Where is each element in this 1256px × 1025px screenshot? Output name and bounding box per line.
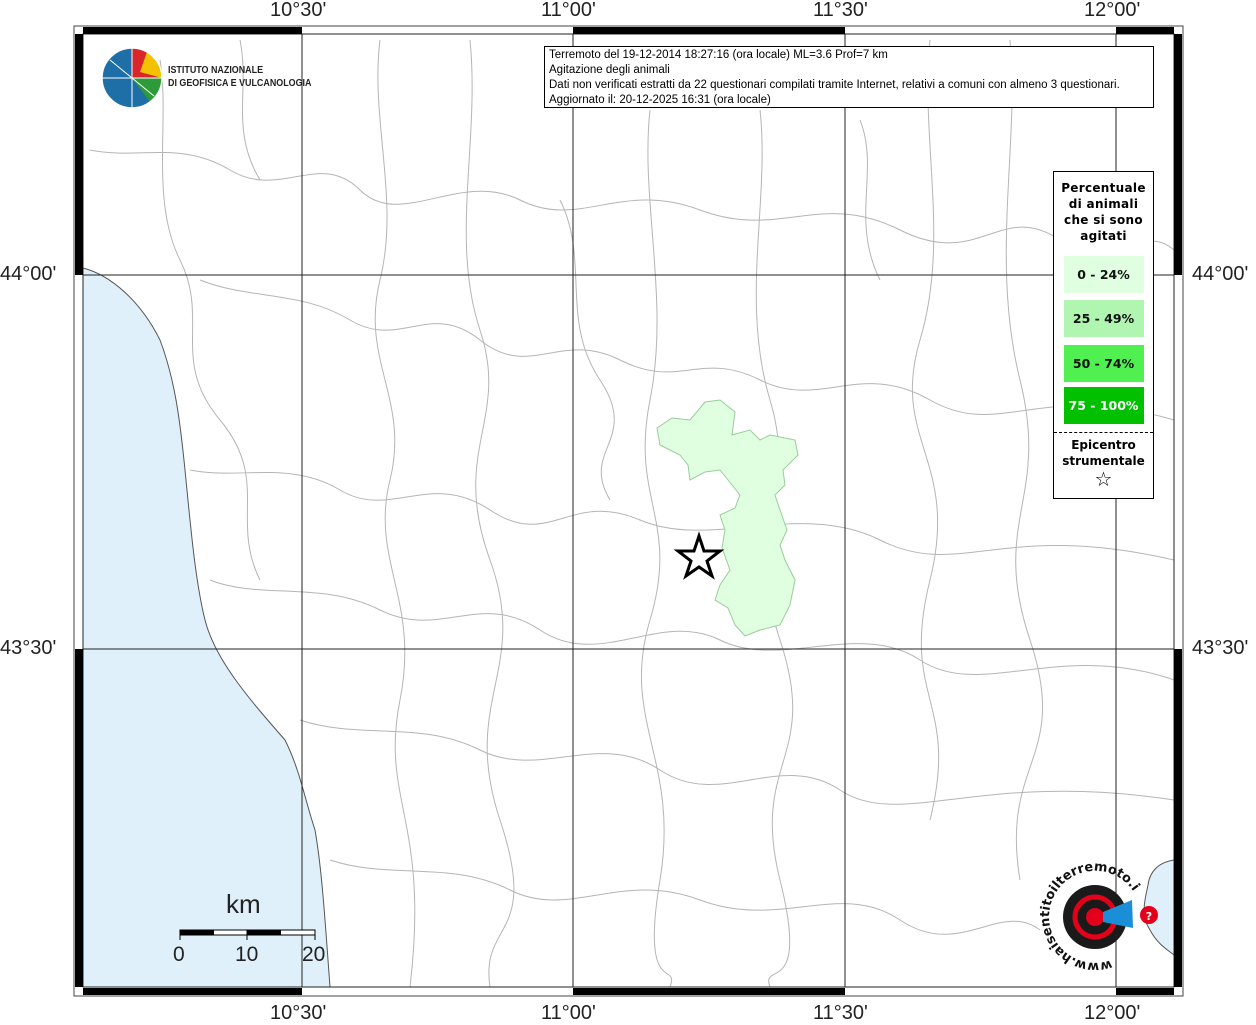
- sea-west: [82, 267, 331, 988]
- lon-label-bottom: 11°30': [813, 1002, 868, 1024]
- ingv-logo-text: ISTITUTO NAZIONALE DI GEOFISICA E VULCAN…: [168, 64, 311, 90]
- lon-label-bottom: 10°30': [270, 1002, 327, 1024]
- scale-tick: 0: [173, 943, 185, 966]
- legend-title-line: che si sono: [1064, 213, 1143, 227]
- lon-label-top: 10°30': [270, 0, 327, 21]
- map[interactable]: ? www.haisentitoilterremoto.it: [0, 0, 1256, 1024]
- update-time: Aggiornato il: 20-12-2025 16:31 (ora loc…: [549, 94, 771, 106]
- legend-title-line: Percentuale: [1061, 181, 1146, 195]
- lon-label-top: 12°00': [1084, 0, 1141, 21]
- lon-label-top: 11°30': [813, 0, 868, 21]
- legend-class-25-49: 25 - 49%: [1063, 300, 1144, 337]
- legend-divider: [1054, 432, 1153, 433]
- legend-title-line: agitati: [1080, 229, 1127, 243]
- legend-epicenter-line: Epicentro: [1071, 438, 1136, 452]
- lat-label-right: 43°30': [1192, 637, 1249, 659]
- lon-label-bottom: 12°00': [1084, 1002, 1141, 1024]
- svg-text:?: ?: [1146, 910, 1152, 923]
- legend-class-50-74: 50 - 74%: [1063, 345, 1144, 382]
- star-icon: ☆: [1094, 467, 1113, 491]
- scale-unit: km: [226, 889, 261, 919]
- data-note: Dati non verificati estratti da 22 quest…: [549, 79, 1120, 91]
- legend-title: Percentuale di animali che si sono agita…: [1054, 180, 1153, 244]
- legend-epicenter: Epicentro strumentale ☆: [1054, 437, 1153, 491]
- legend: Percentuale di animali che si sono agita…: [1053, 171, 1154, 499]
- event-title: Terremoto del 19-12-2014 18:27:16 (ora l…: [549, 49, 888, 61]
- lat-label-right: 44°00': [1192, 263, 1249, 285]
- lat-label-left: 44°00': [0, 263, 57, 285]
- lon-label-bottom: 11°00': [541, 1002, 596, 1024]
- scale-tick: 10: [235, 943, 259, 966]
- lon-label-top: 11°00': [541, 0, 596, 21]
- legend-class-0-24: 0 - 24%: [1063, 256, 1144, 293]
- scale-tick: 20: [302, 943, 326, 966]
- legend-title-line: di animali: [1068, 197, 1139, 211]
- event-info-box: Terremoto del 19-12-2014 18:27:16 (ora l…: [544, 46, 1154, 108]
- municipality-0-24[interactable]: [656, 399, 799, 637]
- logo-line: DI GEOFISICA E VULCANOLOGIA: [168, 77, 312, 89]
- lat-label-left: 43°30': [0, 637, 57, 659]
- epicenter-star-icon[interactable]: [673, 531, 725, 580]
- map-subject: Agitazione degli animali: [549, 64, 670, 76]
- logo-line: ISTITUTO NAZIONALE: [168, 64, 264, 76]
- ingv-logo-icon: [101, 47, 163, 109]
- legend-class-75-100: 75 - 100%: [1063, 387, 1144, 424]
